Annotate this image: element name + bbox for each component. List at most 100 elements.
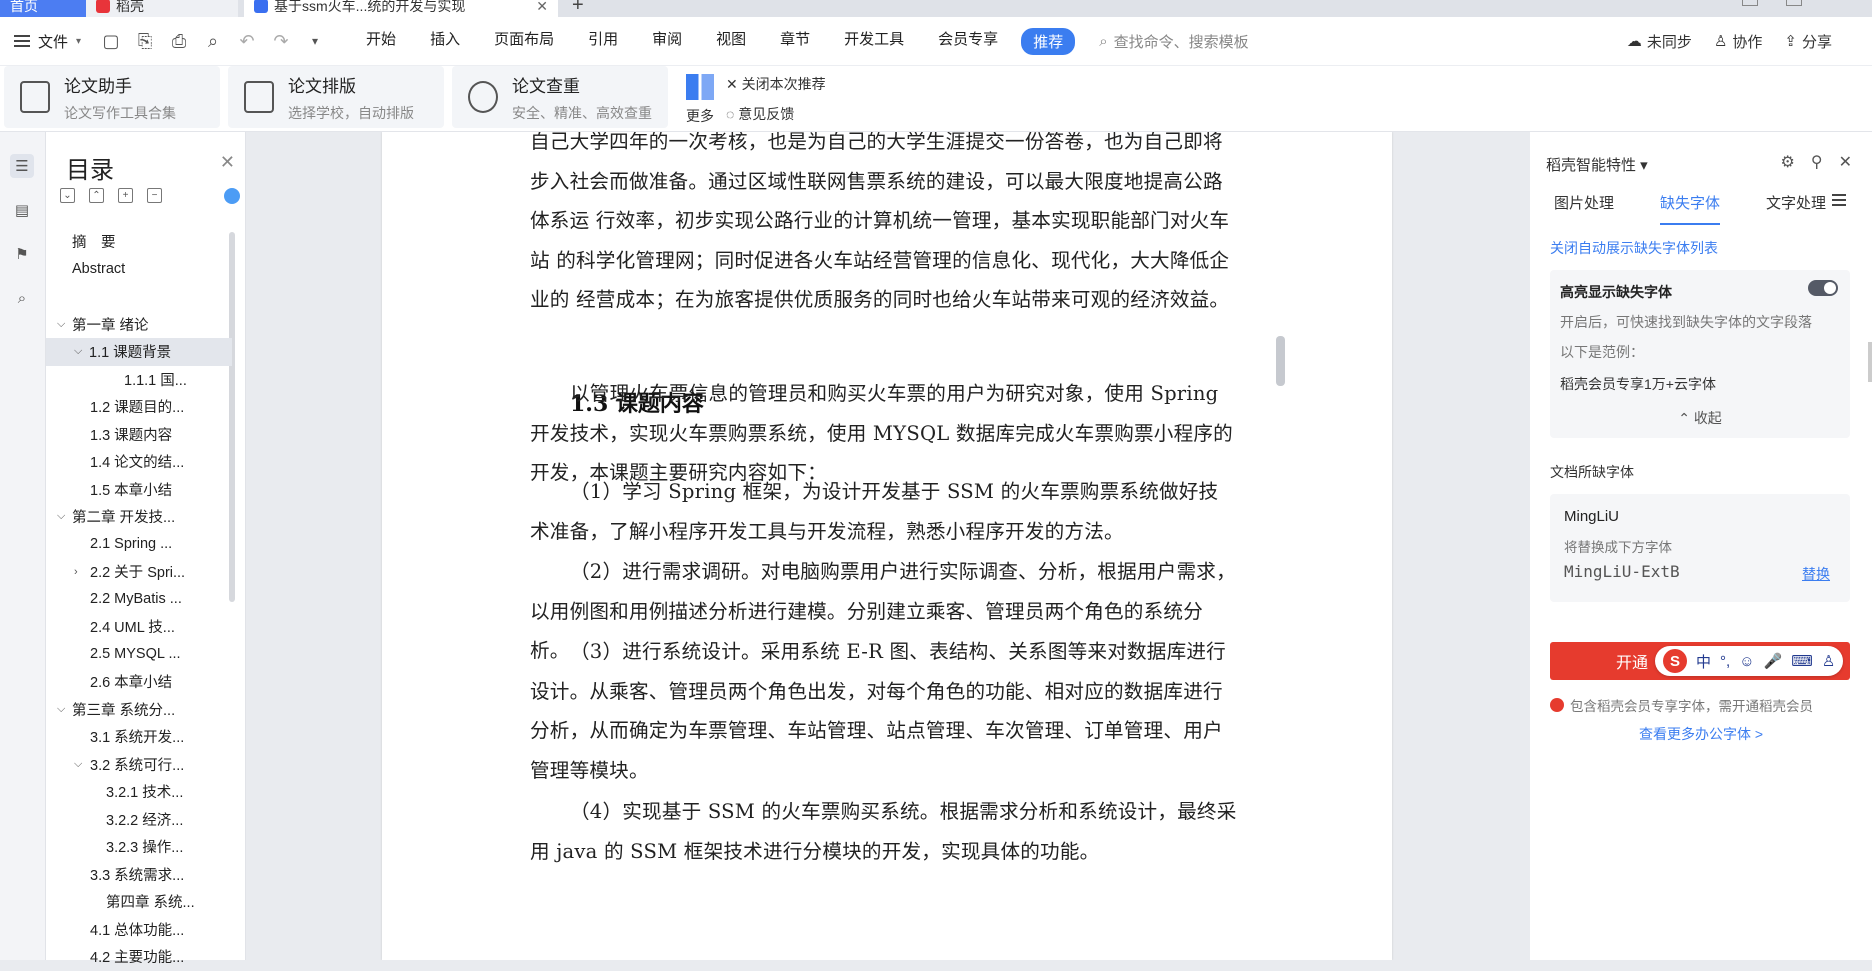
customize-icon[interactable]: ▾ <box>305 31 325 51</box>
menu-view[interactable]: 视图 <box>699 28 763 55</box>
export-icon[interactable]: ⎘ <box>135 31 155 51</box>
ime-chinese-mode[interactable]: 中 <box>1696 651 1711 672</box>
search-icon[interactable]: ⌕ <box>10 286 34 310</box>
menu-insert[interactable]: 插入 <box>413 28 477 55</box>
chevron-down-icon[interactable]: ⌵ <box>74 758 82 771</box>
highlight-toggle[interactable] <box>1808 280 1838 296</box>
toc-item[interactable]: › 2.2 关于 Spri... <box>46 558 232 586</box>
thesis-layout-card[interactable]: 论文排版 选择学校，自动排版 <box>228 66 444 128</box>
command-search[interactable]: ⌕ 查找命令、搜索模板 <box>1099 31 1248 52</box>
thesis-check-card[interactable]: 论文查重 安全、精准、高效查重 <box>452 66 668 128</box>
share-button[interactable]: ⇪ 分享 <box>1784 31 1832 52</box>
mic-icon[interactable]: 🎤 <box>1764 652 1783 670</box>
toc-item[interactable]: ⌵ 第三章 系统分... <box>46 696 232 724</box>
more-fonts-link[interactable]: 查看更多办公字体 > <box>1530 724 1872 744</box>
toc-item[interactable]: 2.1 Spring ... <box>46 531 232 559</box>
toc-item[interactable]: 1.1.1 国... <box>46 366 232 394</box>
panel-title[interactable]: 稻壳智能特性 ▾ <box>1546 154 1648 175</box>
toc-item[interactable]: 1.5 本章小结 <box>46 476 232 504</box>
menu-section[interactable]: 章节 <box>763 28 827 55</box>
print-icon[interactable]: ⎙ <box>169 31 189 51</box>
toc-item[interactable]: 2.4 UML 技... <box>46 613 232 641</box>
collapse-icon[interactable]: ⌃ <box>89 188 104 203</box>
replace-button[interactable]: 替换 <box>1802 564 1830 584</box>
toc-item[interactable]: 第四章 系统... <box>46 888 232 916</box>
document-scrollbar[interactable] <box>1272 148 1288 958</box>
close-recommend-button[interactable]: ✕ 关闭本次推荐 <box>726 74 826 94</box>
sync-button[interactable]: ☁ 未同步 <box>1627 31 1692 52</box>
panel-scrollbar[interactable] <box>1868 342 1872 382</box>
menu-recommend[interactable]: 推荐 <box>1021 27 1076 55</box>
toc-item[interactable]: 4.2 主要功能... <box>46 943 232 971</box>
expand-icon[interactable]: ⌄ <box>60 188 75 203</box>
user-icon[interactable]: ♙ <box>1822 652 1835 670</box>
feedback-button[interactable]: ◌ 意见反馈 <box>726 104 794 124</box>
ime-punctuation[interactable]: °, <box>1720 653 1730 670</box>
toc-item[interactable]: Abstract <box>46 256 232 284</box>
toc-item[interactable]: ⌵ 第二章 开发技... <box>46 503 232 531</box>
toc-item[interactable]: 4.1 总体功能... <box>46 916 232 944</box>
toc-item[interactable]: 3.1 系统开发... <box>46 723 232 751</box>
chevron-right-icon[interactable]: › <box>74 566 78 578</box>
avatar[interactable] <box>1786 0 1802 6</box>
new-tab-button[interactable]: + <box>572 0 584 17</box>
toc-item[interactable]: ⌵ 1.1 课题背景 <box>46 338 232 366</box>
tab-document[interactable]: 基于ssm火车...统的开发与实现 ✕ <box>244 0 558 17</box>
chevron-down-icon[interactable]: ⌵ <box>57 318 65 331</box>
close-icon[interactable]: ✕ <box>1839 152 1852 172</box>
collapse-button[interactable]: ⌃ 收起 <box>1550 408 1850 428</box>
tab-docer[interactable]: 稻壳 <box>86 0 238 17</box>
close-auto-link[interactable]: 关闭自动展示缺失字体列表 <box>1550 238 1718 258</box>
menu-member[interactable]: 会员专享 <box>921 28 1015 55</box>
toc-item[interactable]: ⌵ 3.2 系统可行... <box>46 751 232 779</box>
chevron-down-icon[interactable]: ⌵ <box>57 703 65 716</box>
file-menu[interactable]: 文件 ▾ <box>14 31 81 52</box>
document-page[interactable]: 自己大学四年的一次考核，也是为自己的大学生涯提交一份答卷，也为自己即将步入社会而… <box>382 132 1392 960</box>
redo-icon[interactable]: ↷ <box>271 31 291 51</box>
print-preview-icon[interactable]: ⌕ <box>203 31 223 51</box>
menu-references[interactable]: 引用 <box>571 28 635 55</box>
toc-item[interactable]: 3.2.1 技术... <box>46 778 232 806</box>
pin-icon[interactable]: ⚲ <box>1811 152 1823 172</box>
toc-item[interactable]: 2.2 MyBatis ... <box>46 586 232 614</box>
settings-icon[interactable]: ⚙ <box>1781 152 1795 172</box>
tab-home[interactable]: 首页 <box>0 0 86 17</box>
close-icon[interactable]: ✕ <box>220 152 235 173</box>
save-icon[interactable]: ▢ <box>101 31 121 51</box>
undo-icon[interactable]: ↶ <box>237 31 257 51</box>
toc-item[interactable]: ⌵ 第一章 绪论 <box>46 311 232 339</box>
menu-review[interactable]: 审阅 <box>635 28 699 55</box>
toc-item[interactable]: 3.3 系统需求... <box>46 861 232 889</box>
toc-item[interactable]: 1.2 课题目的... <box>46 393 232 421</box>
window-icon[interactable] <box>1742 0 1758 6</box>
keyboard-icon[interactable]: ⌨ <box>1791 652 1813 670</box>
scroll-thumb[interactable] <box>1276 336 1285 386</box>
bookmark-icon[interactable]: ⚑ <box>10 242 34 266</box>
menu-developer[interactable]: 开发工具 <box>827 28 921 55</box>
toc-item[interactable]: 1.4 论文的结... <box>46 448 232 476</box>
menu-icon[interactable] <box>1832 194 1846 206</box>
tab-text-processing[interactable]: 文字处理 <box>1766 192 1826 225</box>
toc-item[interactable]: 摘 要 <box>46 228 232 256</box>
ai-icon[interactable] <box>224 188 240 204</box>
toc-item[interactable]: 2.6 本章小结 <box>46 668 232 696</box>
chevron-down-icon[interactable]: ⌵ <box>74 345 82 358</box>
more-button[interactable]: 更多 <box>686 106 714 126</box>
chapter-icon[interactable]: ▤ <box>10 198 34 222</box>
add-icon[interactable]: + <box>118 188 133 203</box>
toc-icon[interactable]: ☰ <box>10 154 34 178</box>
toc-item[interactable]: 3.2.2 经济... <box>46 806 232 834</box>
toc-item[interactable]: 2.5 MYSQL ... <box>46 641 232 669</box>
chevron-down-icon[interactable]: ⌵ <box>57 510 65 523</box>
tab-image-processing[interactable]: 图片处理 <box>1554 192 1614 225</box>
emoji-icon[interactable]: ☺ <box>1739 653 1754 670</box>
close-tab-icon[interactable]: ✕ <box>536 0 548 16</box>
menu-home[interactable]: 开始 <box>349 28 413 55</box>
menu-page-layout[interactable]: 页面布局 <box>477 28 571 55</box>
collab-button[interactable]: ♙ 协作 <box>1714 31 1762 52</box>
toc-item[interactable]: 3.2.3 操作... <box>46 833 232 861</box>
tab-missing-fonts[interactable]: 缺失字体 <box>1660 192 1721 225</box>
remove-icon[interactable]: − <box>147 188 162 203</box>
ime-toolbar[interactable]: S 中 °, ☺ 🎤 ⌨ ♙ <box>1655 646 1844 676</box>
toc-item[interactable]: 1.3 课题内容 <box>46 421 232 449</box>
